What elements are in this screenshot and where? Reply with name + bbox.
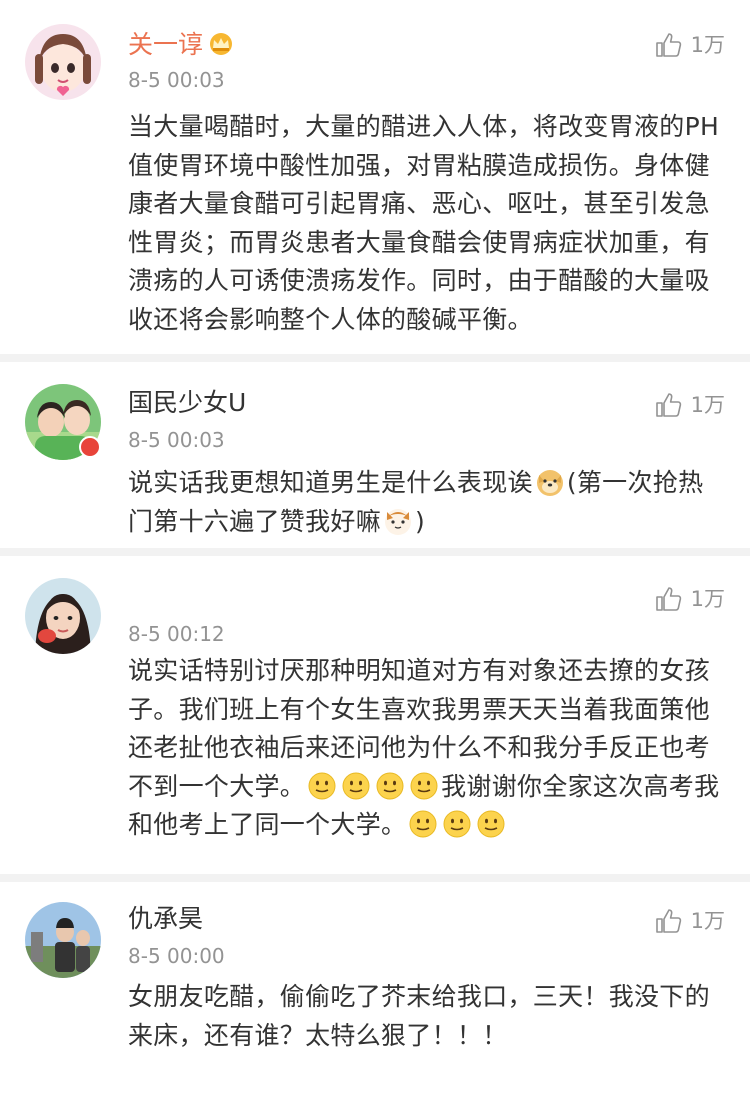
like-button[interactable]: 1万 — [655, 586, 725, 612]
comment-text: 当大量喝醋时，大量的醋进入人体，将改变胃液的PH值使胃环境中酸性加强，对胃粘膜造… — [128, 112, 720, 334]
comment-text: 女朋友吃醋，偷偷吃了芥末给我口，三天！我没下的来床，还有谁？太特么狠了！！！ — [128, 982, 710, 1050]
thumbs-up-icon — [655, 586, 683, 612]
comment-text-part: ) — [415, 506, 426, 536]
crown-icon — [207, 32, 235, 63]
like-count: 1万 — [690, 587, 725, 611]
like-button[interactable]: 1万 — [655, 908, 725, 934]
like-button[interactable]: 1万 — [655, 392, 725, 418]
smile-emoji-icon — [375, 771, 405, 801]
comment-time: 8-5 00:00 — [128, 944, 225, 968]
smile-emoji-icon — [476, 809, 506, 839]
username[interactable]: 关一谆 — [128, 30, 235, 63]
comment-time: 8-5 00:12 — [128, 622, 225, 646]
smile-emoji-icon — [341, 771, 371, 801]
thumbs-up-icon — [655, 908, 683, 934]
username[interactable]: 仇承昊 — [128, 904, 203, 934]
comment-item: 国民少女U 8-5 00:03 1万 说实话我更想知道男生是什么表现诶 (第一次抢… — [0, 362, 750, 548]
thumbs-up-icon — [655, 32, 683, 58]
avatar[interactable] — [25, 24, 101, 100]
like-count: 1万 — [690, 33, 725, 57]
divider — [0, 354, 750, 362]
comment-text: 说实话特别讨厌那种明知道对方有对象还去撩的女孩子。我们班上有个女生喜欢我男票天天… — [128, 652, 728, 845]
cat-emoji-icon — [383, 506, 413, 536]
username-text[interactable]: 关一谆 — [128, 30, 203, 59]
comment-time: 8-5 00:03 — [128, 428, 225, 452]
smile-emoji-icon — [408, 809, 438, 839]
divider — [0, 548, 750, 556]
thumbs-up-icon — [655, 392, 683, 418]
comment-item: 8-5 00:12 1万 说实话特别讨厌那种明知道对方有对象还去撩的女孩子。我们… — [0, 556, 750, 874]
smile-emoji-icon — [442, 809, 472, 839]
avatar[interactable] — [25, 902, 101, 978]
comment-text-part: 说实话我更想知道男生是什么表现诶 — [128, 468, 533, 497]
like-count: 1万 — [690, 393, 725, 417]
smile-emoji-icon — [409, 771, 439, 801]
smile-emoji-icon — [307, 771, 337, 801]
verified-badge-icon — [79, 436, 101, 458]
avatar[interactable] — [25, 578, 101, 654]
username[interactable]: 国民少女U — [128, 388, 246, 418]
like-button[interactable]: 1万 — [655, 32, 725, 58]
comment-time: 8-5 00:03 — [128, 68, 225, 92]
doge-emoji-icon — [535, 467, 565, 497]
comment-item: 仇承昊 8-5 00:00 1万 女朋友吃醋，偷偷吃了芥末给我口，三天！我没下的… — [0, 882, 750, 1096]
comment-item: 关一谆 8-5 00:03 1万 当大量喝醋时，大量的醋进入人体，将改变胃液的P… — [0, 0, 750, 354]
divider — [0, 874, 750, 882]
comment-text: 说实话我更想知道男生是什么表现诶 (第一次抢热门第十六遍了赞我好嘛) — [128, 464, 728, 541]
like-count: 1万 — [690, 909, 725, 933]
